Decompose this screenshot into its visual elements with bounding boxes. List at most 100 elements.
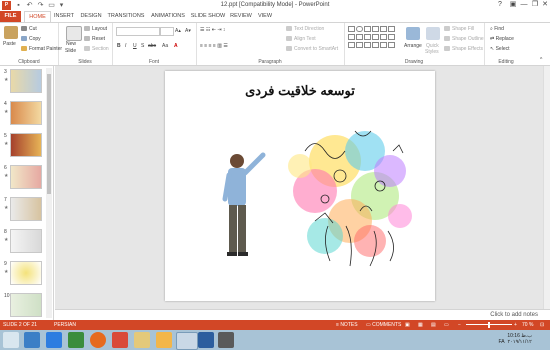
telegram-icon[interactable] xyxy=(24,332,40,348)
media-player-icon[interactable] xyxy=(68,332,84,348)
comments-button[interactable]: ▭ COMMENTS xyxy=(366,322,401,328)
word-icon[interactable] xyxy=(198,332,214,348)
section-button[interactable]: Section xyxy=(84,46,109,52)
select-button[interactable]: ↖ Select xyxy=(490,46,510,52)
tab-insert[interactable]: INSERT xyxy=(52,11,76,22)
slide-sorter-icon[interactable]: ▦ xyxy=(418,322,423,328)
slide-thumbnail[interactable] xyxy=(10,293,42,317)
zoom-slider-thumb[interactable] xyxy=(488,322,490,328)
paste-icon[interactable] xyxy=(4,26,18,39)
new-slide-label-1[interactable]: New xyxy=(66,41,76,47)
workspace-scrollbar[interactable] xyxy=(543,66,550,309)
reading-view-icon[interactable]: ▤ xyxy=(431,322,436,328)
file-explorer-icon[interactable] xyxy=(134,332,150,348)
slide-thumbnail[interactable] xyxy=(10,229,42,253)
new-slide-label-2[interactable]: Slide xyxy=(65,48,76,54)
quick-styles-label-2[interactable]: Styles xyxy=(425,49,439,55)
oval-shape-icon[interactable] xyxy=(356,26,363,32)
shape-8-icon[interactable] xyxy=(364,34,371,40)
copy-button[interactable]: Copy xyxy=(21,36,41,42)
zoom-level[interactable]: 70 % xyxy=(522,322,533,328)
italic-button[interactable]: I xyxy=(125,43,126,49)
font-color-button[interactable]: A xyxy=(174,43,178,49)
shape-outline-button[interactable]: Shape Outline xyxy=(444,36,484,42)
paste-button[interactable]: Paste xyxy=(3,41,16,47)
collapse-ribbon-icon[interactable]: ^ xyxy=(540,57,542,63)
font-name-box[interactable] xyxy=(116,27,160,36)
slide-thumbnail[interactable] xyxy=(10,197,42,221)
arrow-shape-icon[interactable] xyxy=(372,26,379,32)
tab-view[interactable]: VIEW xyxy=(256,11,274,22)
input-language[interactable]: FA xyxy=(498,339,504,345)
notes-placeholder[interactable]: Click to add notes xyxy=(490,312,538,318)
vlc-icon[interactable] xyxy=(156,332,172,348)
slide-thumbnail[interactable] xyxy=(10,133,42,157)
zoom-out-icon[interactable]: − xyxy=(458,322,461,328)
notes-pane[interactable]: Click to add notes xyxy=(55,309,550,320)
cut-button[interactable]: Cut xyxy=(21,26,37,32)
shape-9-icon[interactable] xyxy=(372,34,379,40)
bullets-icon[interactable]: ☰ ☷ ⇤ ⇥ ↕ xyxy=(200,27,225,33)
arrange-button[interactable]: Arrange xyxy=(404,43,422,49)
find-button[interactable]: ⌕ Find xyxy=(490,26,504,32)
arrange-icon[interactable] xyxy=(406,27,420,40)
thumbnail-scrollbar[interactable] xyxy=(46,68,52,318)
shape-7-icon[interactable] xyxy=(356,34,363,40)
bold-button[interactable]: B xyxy=(117,43,121,49)
change-case-button[interactable]: Aa xyxy=(162,43,168,49)
shape-13-icon[interactable] xyxy=(356,42,363,48)
slide-thumbnail[interactable] xyxy=(10,165,42,189)
shape-17-icon[interactable] xyxy=(388,42,395,48)
powerpoint-taskbar-button[interactable] xyxy=(176,332,198,350)
shadow-button[interactable]: S xyxy=(141,43,144,49)
tab-file[interactable]: FILE xyxy=(0,11,21,22)
triangle-shape-icon[interactable] xyxy=(380,26,387,32)
notes-button[interactable]: ≡ NOTES xyxy=(336,322,358,328)
tab-animations[interactable]: ANIMATIONS xyxy=(149,11,187,22)
line-shape-icon[interactable] xyxy=(364,26,371,32)
shape-10-icon[interactable] xyxy=(380,34,387,40)
shape-16-icon[interactable] xyxy=(380,42,387,48)
app-icon[interactable] xyxy=(218,332,234,348)
slide-thumbnail[interactable] xyxy=(10,101,42,125)
shape-effects-button[interactable]: Shape Effects xyxy=(444,46,483,52)
decrease-font-icon[interactable]: A▾ xyxy=(185,28,191,34)
normal-view-icon[interactable]: ▣ xyxy=(405,322,410,328)
align-text-button[interactable]: Align Text xyxy=(286,36,316,42)
tab-review[interactable]: REVIEW xyxy=(229,11,253,22)
new-slide-icon[interactable] xyxy=(66,26,82,41)
underline-button[interactable]: U xyxy=(133,43,137,49)
scroll-thumb[interactable] xyxy=(47,74,51,194)
slideshow-view-icon[interactable]: ▭ xyxy=(444,322,449,328)
shape-12-icon[interactable] xyxy=(348,42,355,48)
font-size-box[interactable] xyxy=(160,27,174,36)
rectangle-shape-icon[interactable] xyxy=(348,26,355,32)
shape-14-icon[interactable] xyxy=(364,42,371,48)
fit-slide-icon[interactable]: ⊡ xyxy=(540,322,544,328)
firefox-icon[interactable] xyxy=(90,332,106,348)
strikethrough-button[interactable]: abc xyxy=(148,43,156,49)
convert-smartart-button[interactable]: Convert to SmartArt xyxy=(286,46,338,52)
slide-thumbnail[interactable] xyxy=(10,69,42,93)
tab-slide-show[interactable]: SLIDE SHOW xyxy=(190,11,226,22)
clock[interactable]: 10:16 ب.ظ ۲۰۱۹/۱۱/۱۲ xyxy=(507,333,532,345)
shape-6-icon[interactable] xyxy=(348,34,355,40)
windows-start-icon[interactable] xyxy=(3,332,19,348)
current-slide[interactable]: توسعه خلاقیت فردی xyxy=(165,71,435,301)
shape-fill-button[interactable]: Shape Fill xyxy=(444,26,474,32)
layout-button[interactable]: Layout xyxy=(84,26,107,32)
increase-font-icon[interactable]: A▴ xyxy=(175,28,181,34)
close-button[interactable]: ✕ xyxy=(539,0,550,10)
shape-15-icon[interactable] xyxy=(372,42,379,48)
tab-design[interactable]: DESIGN xyxy=(79,11,103,22)
replace-button[interactable]: ⇄ Replace xyxy=(490,36,514,42)
align-icons[interactable]: ≡ ≡ ≡ ≡ ▥ ☰ xyxy=(200,43,228,49)
adobe-reader-icon[interactable] xyxy=(112,332,128,348)
shape-11-icon[interactable] xyxy=(388,34,395,40)
text-direction-button[interactable]: Text Direction xyxy=(286,26,324,32)
internet-explorer-icon[interactable] xyxy=(46,332,62,348)
tab-transitions[interactable]: TRANSITIONS xyxy=(106,11,146,22)
zoom-in-icon[interactable]: + xyxy=(514,322,517,328)
slide-thumbnail[interactable] xyxy=(10,261,42,285)
reset-button[interactable]: Reset xyxy=(84,36,105,42)
